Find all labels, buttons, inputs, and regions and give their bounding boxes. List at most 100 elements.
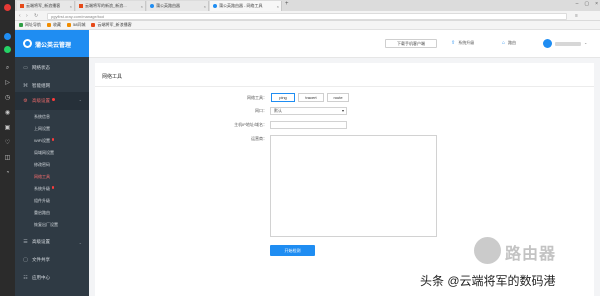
port-selected-value: 默认: [274, 108, 282, 113]
host-input[interactable]: [270, 121, 347, 129]
browser-tab-active[interactable]: 蒲公英路由器 - 网络工具 ×: [210, 1, 282, 11]
tool-route-button[interactable]: route: [327, 93, 349, 102]
subnav-label: WiFi设置: [34, 138, 50, 143]
bookmark-item[interactable]: 收藏: [47, 22, 61, 28]
network-icon: ⌘: [23, 82, 28, 89]
bookmark-item[interactable]: 网址导航: [19, 22, 41, 28]
nav-item-advanced-settings[interactable]: ⚙ 高级设置 ⌃: [15, 92, 89, 110]
forward-icon[interactable]: ›: [26, 13, 28, 19]
notification-badge: [51, 138, 54, 141]
tab-title: 蒲公英路由器: [156, 3, 180, 8]
apps-icon: ☷: [23, 274, 28, 281]
brand-header[interactable]: 蒲公英云管理: [15, 30, 89, 57]
chat-icon[interactable]: [4, 46, 11, 53]
tab-favicon-icon: [213, 4, 217, 8]
close-icon[interactable]: ×: [277, 4, 279, 9]
address-bar[interactable]: pgyfirst.oray.com/manage/tool: [47, 12, 567, 20]
bookmark-label: 网址导航: [25, 22, 41, 27]
chevron-down-icon: ⌄: [78, 239, 82, 245]
heart-icon[interactable]: ♡: [4, 140, 11, 147]
close-window-icon[interactable]: ×: [595, 1, 598, 7]
nav-item-app-center[interactable]: ☷ 应用中心: [15, 269, 89, 287]
browser-tab[interactable]: 云端将军的新浪_新浪... ×: [76, 1, 146, 11]
tab-favicon-icon: [79, 4, 83, 8]
credit-watermark: 头条 @云端将军的数码港: [420, 274, 556, 288]
maximize-icon[interactable]: ▢: [584, 1, 589, 7]
close-icon[interactable]: ×: [141, 4, 143, 9]
subnav-item-wifi-settings[interactable]: WiFi设置: [34, 138, 54, 144]
browser-logo-icon[interactable]: [4, 4, 11, 11]
subnav-item-change-password[interactable]: 修改密码: [34, 162, 50, 168]
bookmarks-bar: 网址导航 收藏 58同城 云端将军_新浪播客: [15, 21, 600, 30]
download-app-button[interactable]: 下载手机客户端: [385, 39, 437, 48]
tab-favicon-icon: [20, 4, 24, 8]
notification-badge: [51, 186, 54, 189]
tab-title: 云端将军的新浪_新浪...: [85, 3, 127, 8]
clock-icon[interactable]: ◔: [4, 170, 11, 177]
subnav-label: 修改密码: [34, 162, 50, 167]
chevron-up-icon: ⌃: [78, 98, 82, 104]
nav-label: 高级设置: [32, 239, 50, 244]
subnav-item-internet-settings[interactable]: 上网设置: [34, 126, 50, 132]
nav-label: 网络状态: [32, 65, 50, 70]
close-icon[interactable]: ×: [70, 4, 72, 9]
subnav-item-component-upgrade[interactable]: 组件升级: [34, 198, 50, 204]
app-sidebar: 蒲公英云管理 ▭ 网络状态 ⌘ 智能组网 ⚙ 高级设置 ⌃ 系统信息 上网设置 …: [15, 30, 89, 296]
browser-tab[interactable]: 蒲公英路由器 ×: [147, 1, 209, 11]
menu-icon[interactable]: ≡: [575, 13, 578, 19]
tool-tracert-button[interactable]: tracert: [298, 93, 324, 102]
subnav-label: 组件升级: [34, 198, 50, 203]
host-label: 主机IP地址/域名：: [234, 122, 267, 127]
subnav-item-lan-settings[interactable]: 局域网设置: [34, 150, 54, 156]
nav-item-network-status[interactable]: ▭ 网络状态: [15, 59, 89, 77]
history-icon[interactable]: ◷: [4, 95, 11, 102]
router-watermark-logo: [474, 237, 501, 264]
subnav-label: 上网设置: [34, 126, 50, 131]
nav-item-file-share[interactable]: ▢ 文件共享: [15, 251, 89, 269]
bookmark-item[interactable]: 58同城: [67, 22, 85, 28]
bookmark-label: 58同城: [73, 22, 86, 27]
start-check-button[interactable]: 开始检测: [270, 245, 315, 256]
browser-tab[interactable]: 云端将军_新浪播客 ×: [17, 1, 75, 11]
toolbar: ‹ › ↻ pgyfirst.oray.com/manage/tool ≡: [15, 11, 600, 21]
upgrade-icon: ⇪: [451, 40, 456, 46]
bookmark-favicon-icon: [19, 23, 23, 27]
subnav-label: 恢复出厂设置: [34, 222, 58, 227]
subnav-item-restart-router[interactable]: 重启路由: [34, 210, 50, 216]
nav-item-advanced-settings-2[interactable]: ☰ 高级设置 ⌄: [15, 233, 89, 251]
port-select[interactable]: 默认 ▾: [270, 107, 347, 115]
back-icon[interactable]: ‹: [19, 13, 21, 19]
notification-badge: [52, 97, 55, 101]
tool-ping-button[interactable]: ping: [271, 93, 295, 102]
close-icon[interactable]: ×: [204, 4, 206, 9]
avatar[interactable]: [543, 39, 552, 48]
reload-icon[interactable]: ↻: [34, 13, 38, 19]
play-icon[interactable]: ▷: [4, 80, 11, 87]
router-link[interactable]: ⌂ 路由: [502, 40, 516, 46]
window-icon[interactable]: ▣: [4, 125, 11, 132]
nav-label: 应用中心: [32, 275, 50, 280]
new-tab-button[interactable]: +: [285, 1, 289, 7]
page-title: 网络工具: [102, 74, 123, 80]
subnav-item-system-upgrade[interactable]: 系统升级: [34, 186, 54, 192]
tool-label: 网络工具：: [247, 95, 267, 100]
tab-favicon-icon: [150, 4, 154, 8]
bookmark-label: 云端将军_新浪播客: [97, 22, 132, 27]
caret-down-icon: ▾: [341, 108, 344, 113]
camera-icon[interactable]: ◉: [4, 110, 11, 117]
bookmark-item[interactable]: 云端将军_新浪播客: [91, 22, 132, 28]
router-label: 路由: [508, 40, 517, 45]
search-icon[interactable]: ⌕: [4, 65, 11, 72]
subnav-item-network-tools[interactable]: 网络工具: [34, 174, 50, 180]
subnav-item-factory-reset[interactable]: 恢复出厂设置: [34, 222, 58, 228]
window-controls: – ▢ ×: [576, 1, 598, 7]
account-icon[interactable]: [4, 33, 11, 40]
bookmark-icon[interactable]: ◫: [4, 155, 11, 162]
nav-label: 文件共享: [32, 257, 50, 262]
result-textarea[interactable]: [270, 135, 437, 237]
subnav-label: 局域网设置: [34, 150, 54, 155]
system-upgrade-link[interactable]: ⇪ 系统升级: [451, 40, 474, 46]
chevron-down-icon[interactable]: ⌄: [584, 40, 587, 45]
minimize-icon[interactable]: –: [576, 1, 579, 7]
subnav-item-system-info[interactable]: 系统信息: [34, 114, 50, 120]
